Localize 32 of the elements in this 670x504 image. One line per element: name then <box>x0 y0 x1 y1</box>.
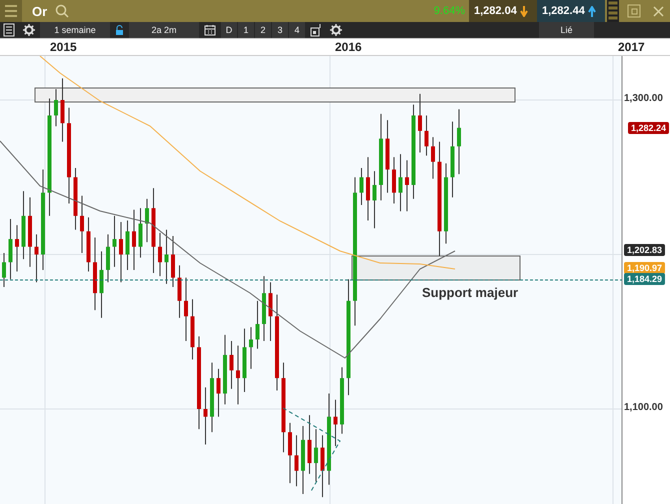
interval-button[interactable]: D <box>221 22 237 38</box>
change-percent: 9.64% <box>434 5 465 17</box>
period-button[interactable]: 1 semaine <box>40 22 110 38</box>
close-icon[interactable] <box>653 6 664 16</box>
year-label: 2016 <box>334 40 362 54</box>
up-arrow-icon <box>588 6 596 16</box>
interval-button[interactable]: 3 <box>272 22 288 38</box>
settings-icon[interactable] <box>330 24 342 36</box>
chart-annotation: Support majeur <box>422 285 518 300</box>
settings-icon[interactable] <box>23 24 35 36</box>
range-button[interactable]: 2a 2m <box>129 22 199 38</box>
price-axis-label: 1,100.00 <box>624 402 663 413</box>
instrument-name: Or <box>32 4 48 18</box>
list-icon[interactable] <box>3 23 15 37</box>
link-button[interactable]: Lié <box>539 22 594 38</box>
lock-icon[interactable] <box>115 24 124 36</box>
interval-button[interactable]: 4 <box>289 22 305 38</box>
bid-price-button[interactable]: 1,282.04 <box>469 0 537 22</box>
price-tag: 1,184.29 <box>624 273 666 285</box>
interval-button[interactable]: 1 <box>238 22 254 38</box>
chart-type-icon[interactable] <box>310 23 322 37</box>
year-label: 2015 <box>49 40 77 54</box>
ask-price-button[interactable]: 1,282.44 <box>537 0 605 22</box>
price-tag: 1,282.24 <box>628 122 670 134</box>
price-tag: 1,202.83 <box>624 244 666 256</box>
year-label: 2017 <box>617 40 645 54</box>
price-tag: 1,190.97 <box>624 262 666 274</box>
down-arrow-icon <box>520 6 528 16</box>
search-icon[interactable] <box>55 4 70 18</box>
price-axis-label: 1,300.00 <box>624 93 663 104</box>
calendar-icon[interactable] <box>204 24 216 36</box>
interval-button[interactable]: 2 <box>255 22 271 38</box>
